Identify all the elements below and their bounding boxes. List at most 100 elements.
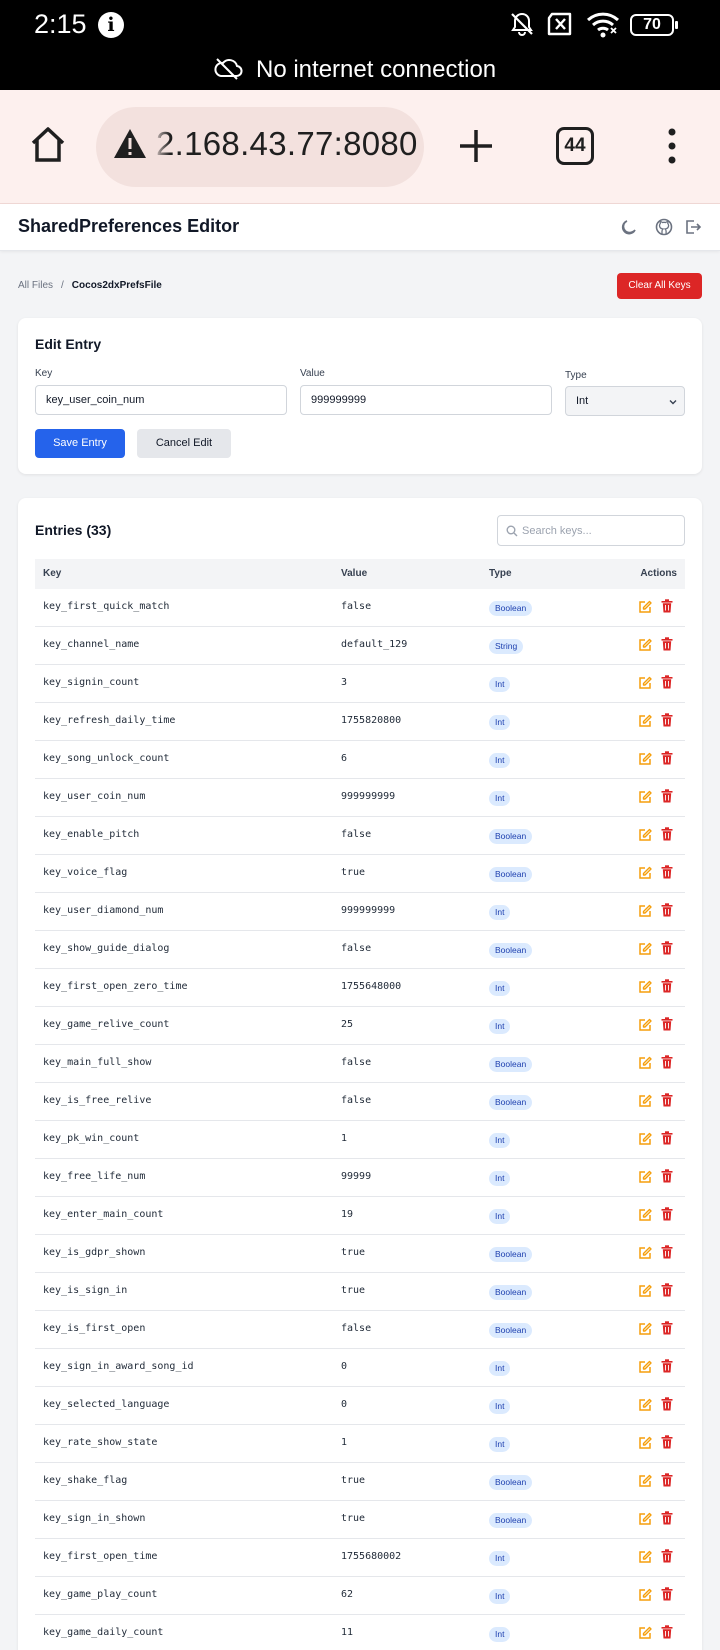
type-badge: Int <box>489 753 511 768</box>
trash-icon[interactable] <box>661 1207 673 1221</box>
trash-icon[interactable] <box>661 1549 673 1563</box>
offline-banner: No internet connection <box>0 50 720 90</box>
edit-icon[interactable] <box>638 752 652 766</box>
trash-icon[interactable] <box>661 1511 673 1525</box>
moon-icon[interactable] <box>620 218 638 236</box>
edit-icon[interactable] <box>638 676 652 690</box>
edit-icon[interactable] <box>638 1474 652 1488</box>
edit-icon[interactable] <box>638 790 652 804</box>
row-key: key_rate_show_state <box>43 1437 158 1448</box>
edit-icon[interactable] <box>638 1360 652 1374</box>
trash-icon[interactable] <box>661 903 673 917</box>
row-value: true <box>341 1513 366 1524</box>
type-badge: Int <box>489 1133 511 1148</box>
edit-icon[interactable] <box>638 600 652 614</box>
trash-icon[interactable] <box>661 1473 673 1487</box>
new-tab-icon[interactable] <box>456 126 496 166</box>
trash-icon[interactable] <box>661 1283 673 1297</box>
app-title: SharedPreferences Editor <box>18 216 240 236</box>
status-bar: 2:15 i 70 <box>0 0 720 50</box>
edit-icon[interactable] <box>638 980 652 994</box>
row-key: key_first_open_zero_time <box>43 981 188 992</box>
edit-icon[interactable] <box>638 1208 652 1222</box>
edit-icon[interactable] <box>638 1056 652 1070</box>
breadcrumb-root-link[interactable]: All Files <box>18 280 53 291</box>
home-icon[interactable] <box>28 124 68 164</box>
trash-icon[interactable] <box>661 637 673 651</box>
edit-icon[interactable] <box>638 1018 652 1032</box>
type-select[interactable]: Int <box>565 386 685 416</box>
row-value: 999999999 <box>341 905 396 916</box>
edit-icon[interactable] <box>638 1398 652 1412</box>
edit-icon[interactable] <box>638 942 652 956</box>
edit-icon[interactable] <box>638 1170 652 1184</box>
row-value: 0 <box>341 1361 348 1372</box>
url-text[interactable]: 2.168.43.77:8080 <box>156 125 418 163</box>
search-box[interactable] <box>497 515 685 546</box>
edit-icon[interactable] <box>638 1512 652 1526</box>
value-input[interactable] <box>300 385 552 415</box>
trash-icon[interactable] <box>661 789 673 803</box>
edit-icon[interactable] <box>638 1132 652 1146</box>
type-badge: Boolean <box>489 1095 533 1110</box>
type-badge: Int <box>489 981 511 996</box>
edit-icon[interactable] <box>638 714 652 728</box>
trash-icon[interactable] <box>661 599 673 613</box>
table-row: key_song_unlock_count 6 Int <box>35 741 685 779</box>
edit-icon[interactable] <box>638 866 652 880</box>
row-key: key_game_relive_count <box>43 1019 170 1030</box>
address-bar[interactable]: 2.168.43.77:8080 <box>96 107 424 187</box>
trash-icon[interactable] <box>661 1055 673 1069</box>
row-key: key_free_life_num <box>43 1171 146 1182</box>
clear-all-keys-button[interactable]: Clear All Keys <box>617 273 702 299</box>
not-secure-icon[interactable] <box>112 127 148 161</box>
type-badge: Int <box>489 1019 511 1034</box>
edit-icon[interactable] <box>638 1284 652 1298</box>
trash-icon[interactable] <box>661 1093 673 1107</box>
row-value: 6 <box>341 753 348 764</box>
cancel-edit-button[interactable]: Cancel Edit <box>137 429 231 458</box>
trash-icon[interactable] <box>661 941 673 955</box>
trash-icon[interactable] <box>661 865 673 879</box>
key-input[interactable] <box>35 385 287 415</box>
trash-icon[interactable] <box>661 751 673 765</box>
trash-icon[interactable] <box>661 1587 673 1601</box>
edit-icon[interactable] <box>638 1588 652 1602</box>
row-value: 25 <box>341 1019 354 1030</box>
trash-icon[interactable] <box>661 827 673 841</box>
row-key: key_is_first_open <box>43 1323 146 1334</box>
logout-icon[interactable] <box>684 218 702 236</box>
search-input[interactable] <box>522 516 682 545</box>
trash-icon[interactable] <box>661 1245 673 1259</box>
row-value: false <box>341 1057 372 1068</box>
status-time: 2:15 <box>34 9 87 39</box>
more-menu-icon[interactable] <box>662 126 682 166</box>
row-key: key_show_guide_dialog <box>43 943 170 954</box>
edit-icon[interactable] <box>638 1436 652 1450</box>
browser-toolbar: 2.168.43.77:8080 44 <box>0 90 720 204</box>
trash-icon[interactable] <box>661 1435 673 1449</box>
trash-icon[interactable] <box>661 713 673 727</box>
row-key: key_song_unlock_count <box>43 753 170 764</box>
edit-icon[interactable] <box>638 1246 652 1260</box>
trash-icon[interactable] <box>661 1017 673 1031</box>
trash-icon[interactable] <box>661 1359 673 1373</box>
trash-icon[interactable] <box>661 1625 673 1639</box>
edit-icon[interactable] <box>638 1550 652 1564</box>
trash-icon[interactable] <box>661 1169 673 1183</box>
tab-switcher-button[interactable]: 44 <box>556 127 594 165</box>
trash-icon[interactable] <box>661 675 673 689</box>
save-entry-button[interactable]: Save Entry <box>35 429 125 458</box>
row-key: key_signin_count <box>43 677 140 688</box>
edit-icon[interactable] <box>638 904 652 918</box>
edit-icon[interactable] <box>638 1626 652 1640</box>
edit-icon[interactable] <box>638 828 652 842</box>
trash-icon[interactable] <box>661 1321 673 1335</box>
edit-icon[interactable] <box>638 638 652 652</box>
github-icon[interactable] <box>655 218 673 236</box>
edit-icon[interactable] <box>638 1094 652 1108</box>
trash-icon[interactable] <box>661 979 673 993</box>
trash-icon[interactable] <box>661 1131 673 1145</box>
edit-icon[interactable] <box>638 1322 652 1336</box>
trash-icon[interactable] <box>661 1397 673 1411</box>
